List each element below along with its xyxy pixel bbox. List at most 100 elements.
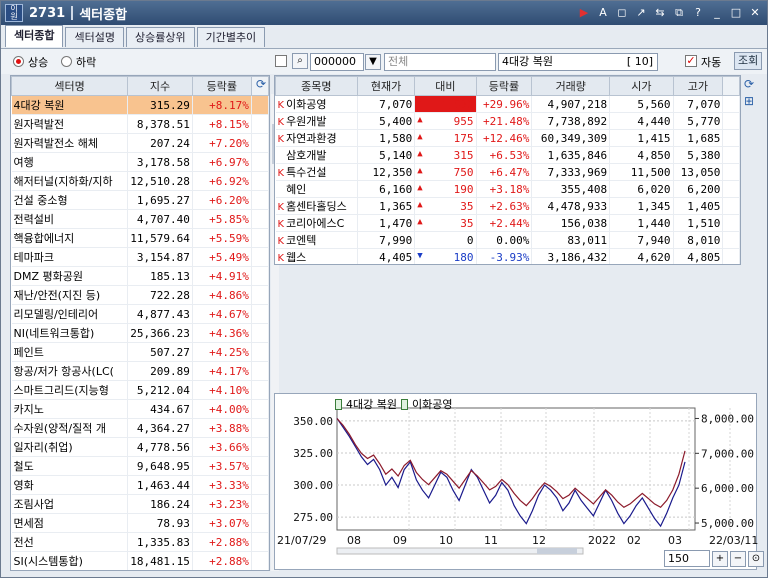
swap-icon[interactable]: ⇆ [652,5,668,21]
col-volume[interactable]: 거래량 [531,76,611,96]
table-row[interactable]: 페인트 507.27 +4.25% [11,342,269,362]
sector-name-cell: 핵융합에너지 [11,228,129,248]
stock-high-cell: 13,050 [673,163,724,181]
minimize-icon[interactable]: _ [709,5,725,21]
table-row[interactable]: 카지노 434.67 +4.00% [11,399,269,419]
table-row[interactable]: K 특수건설 12,350 ▲ 750 +6.47% 7,333,969 11,500 13,0… [275,163,740,181]
table-row[interactable]: 스마트그리드(지능형 5,212.04 +4.10% [11,380,269,400]
close-icon[interactable]: ✕ [747,5,763,21]
table-row[interactable]: 4대강 복원 315.29 +8.17% [11,95,269,115]
font-icon[interactable]: A [595,5,611,21]
tab-period-trend[interactable]: 기간별추이 [196,27,266,47]
table-row[interactable]: 핵융합에너지 11,579.64 +5.59% [11,228,269,248]
table-row[interactable]: NI(네트워크통합) 25,366.23 +4.36% [11,323,269,343]
spacer-cell [251,494,269,514]
sector-index-cell: 11,579.64 [127,228,193,248]
table-row[interactable]: 철도 9,648.95 +3.57% [11,456,269,476]
search-icon[interactable]: ⌕ [292,53,308,69]
col-stock-name[interactable]: 종목명 [275,76,358,96]
col-stock-rate[interactable]: 등락률 [475,76,533,96]
table-row[interactable]: 면세점 78.93 +3.07% [11,513,269,533]
auto-checkbox[interactable]: ✓ [685,55,697,67]
table-row[interactable]: 일자리(취업) 4,778.56 +3.66% [11,437,269,457]
code-input[interactable]: 000000 [310,53,364,71]
table-row[interactable]: K혜인6,160▲ 190+3.18%355,4086,0206,200 [275,180,740,198]
fall-radio[interactable] [61,56,72,67]
sector-name-field[interactable]: 4대강 복원 [ 10] [498,53,658,71]
table-row[interactable]: 전력설비 4,707.40 +5.85% [11,209,269,229]
link-icon[interactable]: ◻ [614,5,630,21]
add-icon[interactable]: ⊞ [742,94,756,108]
chevron-down-icon[interactable]: ▼ [365,54,381,70]
zoom-input[interactable]: 150 [664,550,710,567]
market-select[interactable]: 전체 [384,53,496,71]
stock-open-cell: 6,020 [609,180,674,198]
col-rate[interactable]: 등락률 [191,76,252,96]
sector-name-cell: 페인트 [11,342,129,362]
zoom-out-icon[interactable]: − [730,550,746,567]
table-row[interactable]: 해저터널(지하화/지하 12,510.28 +6.92% [11,171,269,191]
table-row[interactable]: DMZ 평화공원 185.13 +4.91% [11,266,269,286]
rise-radio[interactable] [13,56,24,67]
col-index[interactable]: 지수 [127,76,193,96]
tab-top-gainers[interactable]: 상승률상위 [125,27,195,47]
table-row[interactable]: K 홈센타홀딩스 1,365 ▲ 35 +2.63% 4,478,933 1,345 1,405 [275,197,740,215]
table-row[interactable]: K 이화공영 7,070 ↑ 1,630 +29.96% 4,907,218 5,560 7,0… [275,95,740,113]
sector-index-cell: 722.28 [127,285,193,305]
table-row[interactable]: K 코리아에스C 1,470 ▲ 35 +2.44% 156,038 1,440 1,510 [275,214,740,232]
table-row[interactable]: 건설 중소형 1,695.27 +6.20% [11,190,269,210]
table-row[interactable]: 영화 1,463.44 +3.33% [11,475,269,495]
col-change[interactable]: 대비 [414,76,477,96]
filter-checkbox[interactable] [275,55,287,67]
table-row[interactable]: 원자력발전소 해체 207.24 +7.20% [11,133,269,153]
tab-sector-description[interactable]: 섹터설명 [65,27,124,47]
table-row[interactable]: 조림사업 186.24 +3.23% [11,494,269,514]
table-row[interactable]: SI(시스템통합) 18,481.15 +2.88% [11,551,269,570]
refresh-icon[interactable]: ⟳ [254,77,268,91]
sector-name-cell: 4대강 복원 [11,95,129,115]
x-tick-label: 08 [347,534,361,547]
spacer-cell [722,180,740,198]
table-row[interactable]: 원자력발전 8,378.51 +8.15% [11,114,269,134]
col-open[interactable]: 시가 [609,76,674,96]
stock-name: 혜인 [286,183,307,196]
restore-icon[interactable]: ⧉ [671,5,687,21]
table-row[interactable]: K 웹스 4,405 ▼ 180 -3.93% 3,186,432 4,620 4,805 [275,248,740,264]
maximize-icon[interactable]: □ [728,5,744,21]
col-high[interactable]: 고가 [672,76,724,96]
sector-rate-cell: +8.17% [192,95,252,115]
table-row[interactable]: 재난/안전(지진 등) 722.28 +4.86% [11,285,269,305]
sector-index-cell: 4,707.40 [127,209,193,229]
col-sector-name[interactable]: 섹터명 [11,76,129,96]
x-tick-label: 09 [393,534,407,547]
stock-high-cell: 8,010 [673,231,724,249]
table-row[interactable]: 전선 1,335.83 +2.88% [11,532,269,552]
popout-icon[interactable]: ↗ [633,5,649,21]
play-icon[interactable]: ▶ [576,5,592,21]
sector-index-cell: 4,364.27 [127,418,193,438]
zoom-in-icon[interactable]: + [712,550,728,567]
stock-rate-cell: +2.63% [476,197,533,215]
table-row[interactable]: K 코엔텍 7,990 0 0.00% 83,011 7,940 8,010 [275,231,740,249]
table-row[interactable]: 항공/저가 항공사(LC(209.89 +4.17% [11,361,269,381]
stock-rate-cell: 0.00% [476,231,533,249]
zoom-reset-icon[interactable]: ⊙ [748,550,764,567]
stock-volume-cell: 4,478,933 [531,197,611,215]
sector-rate-cell: +4.17% [192,361,252,381]
stock-high-cell: 1,510 [673,214,724,232]
table-row[interactable]: K삼호개발5,140▲ 315+6.53%1,635,8464,8505,380 [275,146,740,164]
stock-volume-cell: 4,907,218 [531,95,611,113]
table-row[interactable]: K 자연과환경 1,580 ▲ 175 +12.46% 60,349,309 1,415 1,6… [275,129,740,147]
help-icon[interactable]: ? [690,5,706,21]
query-button[interactable]: 조회 [734,52,762,70]
table-row[interactable]: 수자원(양적/질적 개 4,364.27 +3.88% [11,418,269,438]
col-price[interactable]: 현재가 [356,76,416,96]
table-row[interactable]: 여행 3,178.58 +6.97% [11,152,269,172]
table-row[interactable]: K 우원개발 5,400 ▲ 955 +21.48% 7,738,892 4,440 5,770 [275,112,740,130]
stock-open-cell: 4,440 [609,112,674,130]
table-row[interactable]: 테마파크 3,154.87 +5.49% [11,247,269,267]
refresh-icon[interactable]: ⟳ [742,77,756,91]
table-row[interactable]: 리모델링/인테리어 4,877.43 +4.67% [11,304,269,324]
x-tick-label: 22/03/11 [709,534,758,547]
tab-sector-overview[interactable]: 섹터종합 [5,25,64,47]
